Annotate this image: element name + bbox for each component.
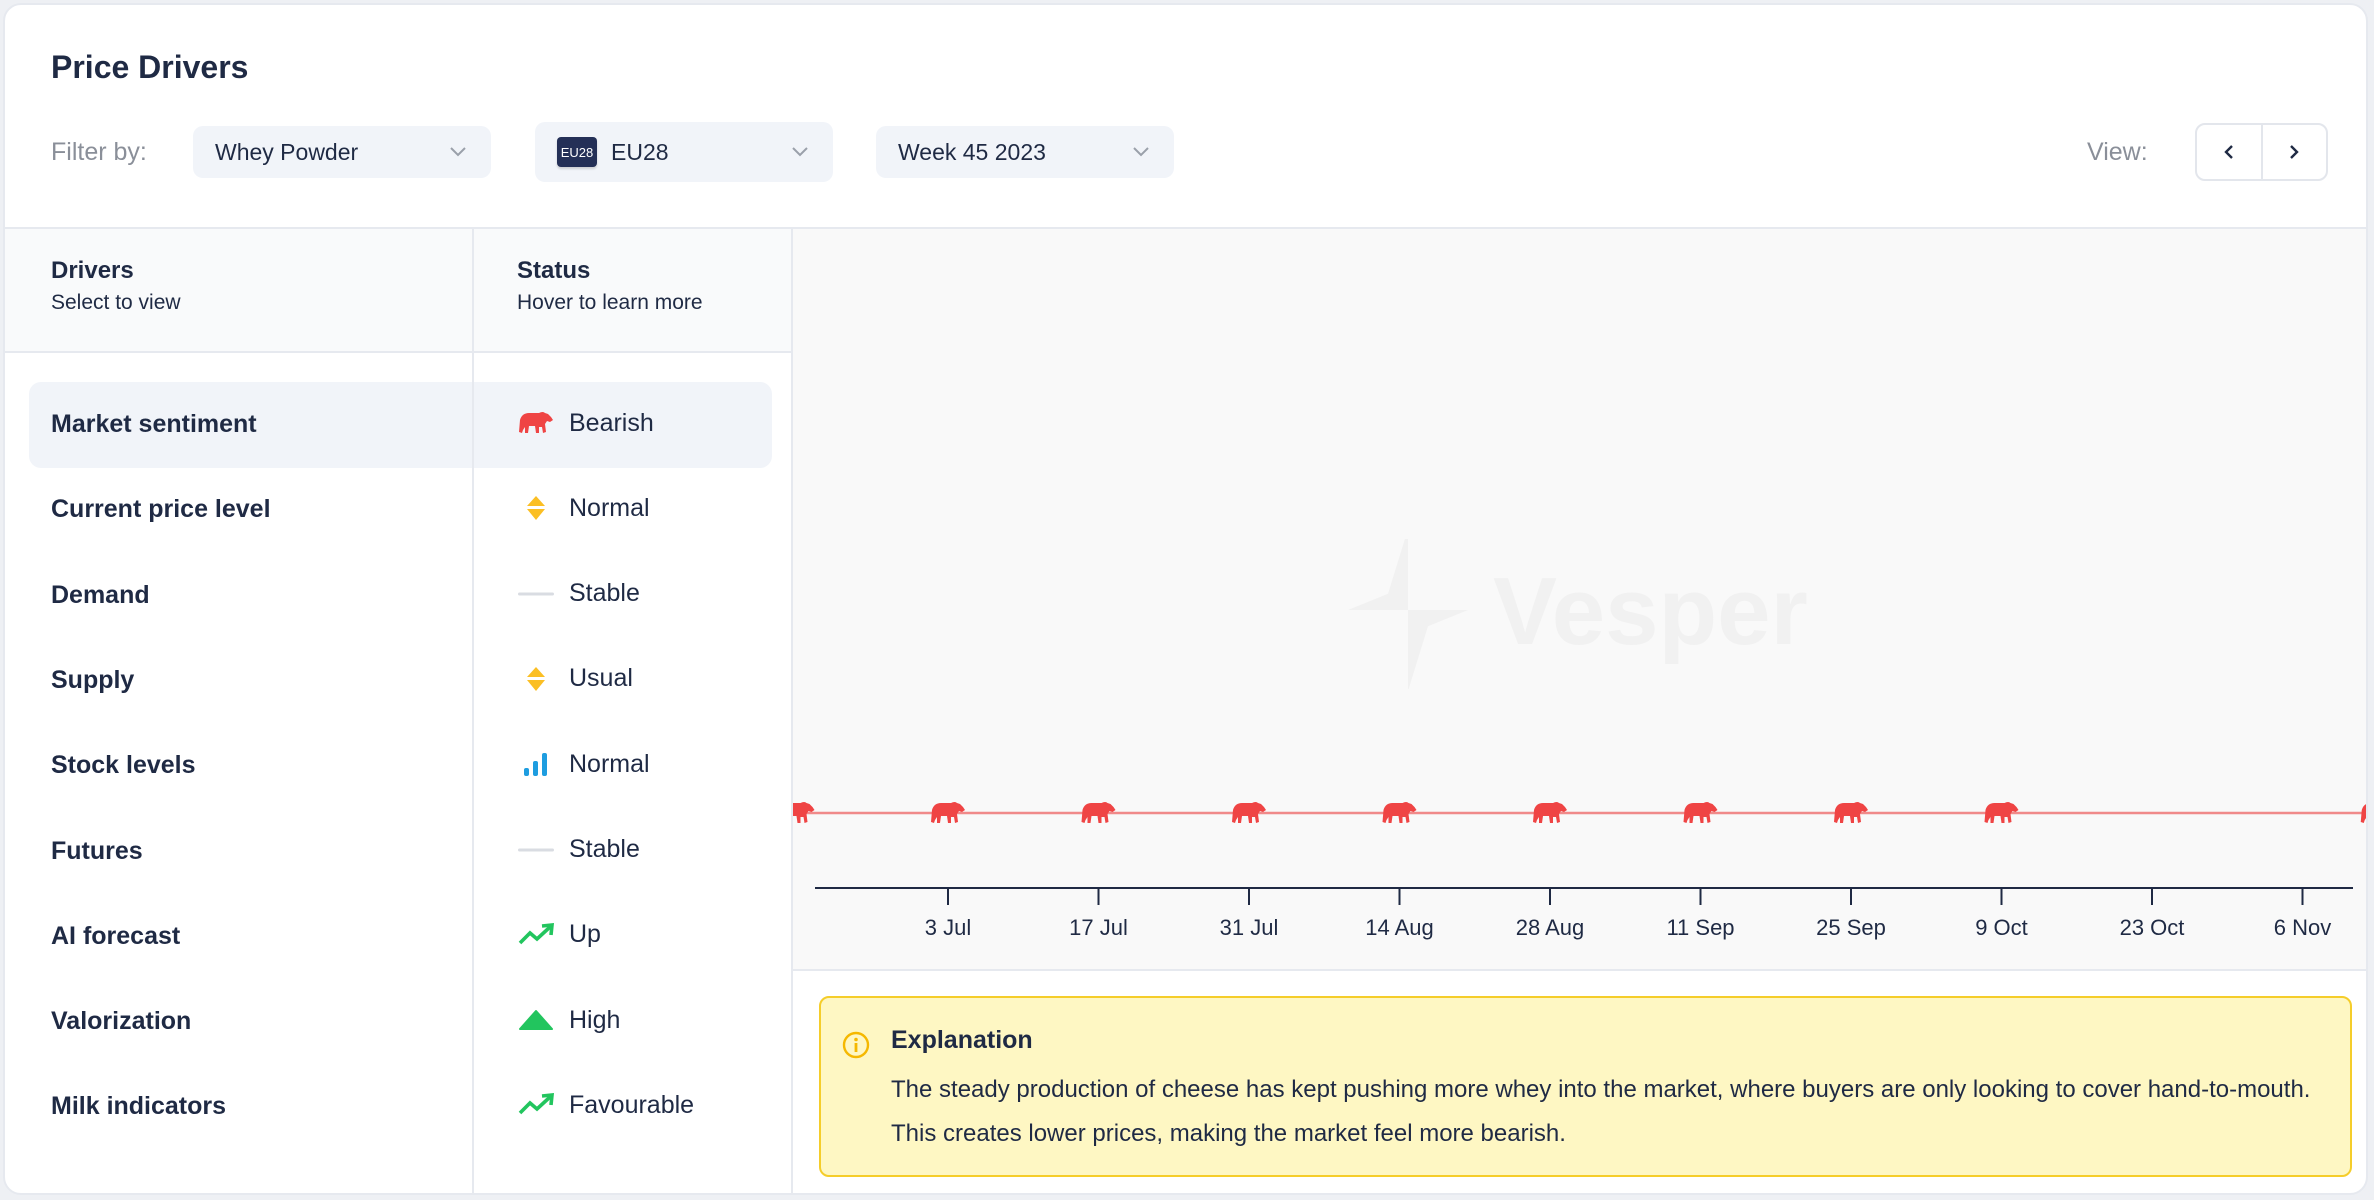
status-label: Stable	[569, 835, 640, 863]
x-tick-label: 31 Jul	[1219, 915, 1279, 940]
trending-up-icon	[517, 1090, 555, 1120]
x-tick-label: 6 Nov	[2273, 915, 2332, 940]
price-drivers-card: Price Drivers Filter by: Whey Powder EU2…	[3, 3, 2368, 1195]
view-navigation	[2195, 123, 2328, 181]
up-down-diamond-icon	[517, 664, 555, 694]
x-tick-label: 9 Oct	[1975, 915, 2028, 940]
x-tick-label: 11 Sep	[1666, 915, 1735, 940]
status-label: Up	[569, 920, 601, 949]
status-item[interactable]: Stable	[517, 579, 640, 609]
driver-item[interactable]: AI forecast	[51, 922, 180, 951]
flat-line-icon	[517, 579, 555, 609]
chart-svg	[793, 802, 2368, 905]
driver-item[interactable]: Milk indicators	[51, 1092, 226, 1121]
driver-item[interactable]: Futures	[51, 837, 143, 866]
chevron-down-icon	[1133, 147, 1149, 157]
status-item[interactable]: Normal	[517, 493, 650, 523]
status-item[interactable]: Usual	[517, 664, 633, 694]
x-tick-label: 25 Sep	[1816, 915, 1886, 940]
week-select[interactable]: Week 45 2023	[876, 126, 1174, 178]
status-label: Bearish	[569, 408, 654, 437]
bar-signal-icon	[517, 749, 555, 779]
status-item[interactable]: Favourable	[517, 1090, 694, 1120]
info-icon	[842, 1031, 870, 1059]
view-next-button[interactable]	[2260, 125, 2327, 179]
filter-label: Filter by:	[51, 138, 147, 166]
status-label: Favourable	[569, 1090, 695, 1119]
drivers-header-title: Drivers	[51, 257, 134, 284]
bear-marker[interactable]	[2360, 802, 2368, 823]
bear-icon	[517, 408, 555, 438]
region-select-value: EU28	[611, 138, 669, 165]
triangle-up-icon	[517, 1005, 555, 1035]
driver-item[interactable]: Market sentiment	[51, 410, 257, 439]
region-select[interactable]: EU28 EU28	[535, 122, 833, 182]
chevron-down-icon	[450, 147, 466, 157]
x-tick-label: 23 Oct	[2119, 915, 2185, 940]
product-select[interactable]: Whey Powder	[193, 126, 491, 178]
status-item[interactable]: Up	[517, 920, 601, 950]
x-tick-label: 14 Aug	[1365, 915, 1434, 940]
x-tick-label: 17 Jul	[1069, 915, 1128, 940]
status-header-subtitle: Hover to learn more	[517, 291, 703, 314]
view-prev-button[interactable]	[2197, 125, 2261, 179]
status-label: Stable	[569, 579, 640, 608]
status-item[interactable]: Stable	[517, 835, 640, 865]
driver-item[interactable]: Valorization	[51, 1007, 191, 1036]
explanation-text: The steady production of cheese has kept…	[891, 1076, 2311, 1147]
x-tick-label: 28 Aug	[1515, 915, 1585, 940]
status-label: Normal	[569, 493, 650, 522]
explanation-title: Explanation	[891, 1026, 1033, 1054]
column-divider	[472, 229, 474, 1193]
driver-item[interactable]: Demand	[51, 581, 150, 610]
status-item[interactable]: Bearish	[517, 408, 654, 438]
trending-up-icon	[517, 920, 555, 950]
chevron-left-icon	[2224, 145, 2233, 159]
driver-item[interactable]: Supply	[51, 666, 134, 695]
status-item[interactable]: Normal	[517, 749, 650, 779]
explanation-box: Explanation The steady production of che…	[819, 996, 2352, 1177]
chevron-right-icon	[2290, 145, 2299, 159]
page-title: Price Drivers	[51, 49, 249, 85]
status-label: Normal	[569, 749, 650, 778]
driver-item[interactable]: Stock levels	[51, 751, 196, 780]
x-tick-label: 3 Jul	[924, 915, 972, 940]
product-select-value: Whey Powder	[215, 138, 359, 165]
view-label: View:	[2087, 138, 2148, 166]
drivers-header-subtitle: Select to view	[51, 291, 181, 314]
driver-item[interactable]: Current price level	[51, 495, 271, 524]
flat-line-icon	[517, 835, 555, 865]
week-select-value: Week 45 2023	[898, 138, 1046, 165]
status-label: High	[569, 1005, 621, 1034]
region-flag-icon: EU28	[557, 137, 597, 167]
status-header-title: Status	[517, 257, 591, 284]
up-down-diamond-icon	[517, 493, 555, 523]
chevron-down-icon	[792, 147, 808, 157]
status-label: Usual	[569, 664, 633, 693]
status-item[interactable]: High	[517, 1005, 620, 1035]
sentiment-chart: Vesper 3 Jul 17 Jul 31 Jul 14 Aug 28 Aug 11 S…	[793, 229, 2368, 971]
